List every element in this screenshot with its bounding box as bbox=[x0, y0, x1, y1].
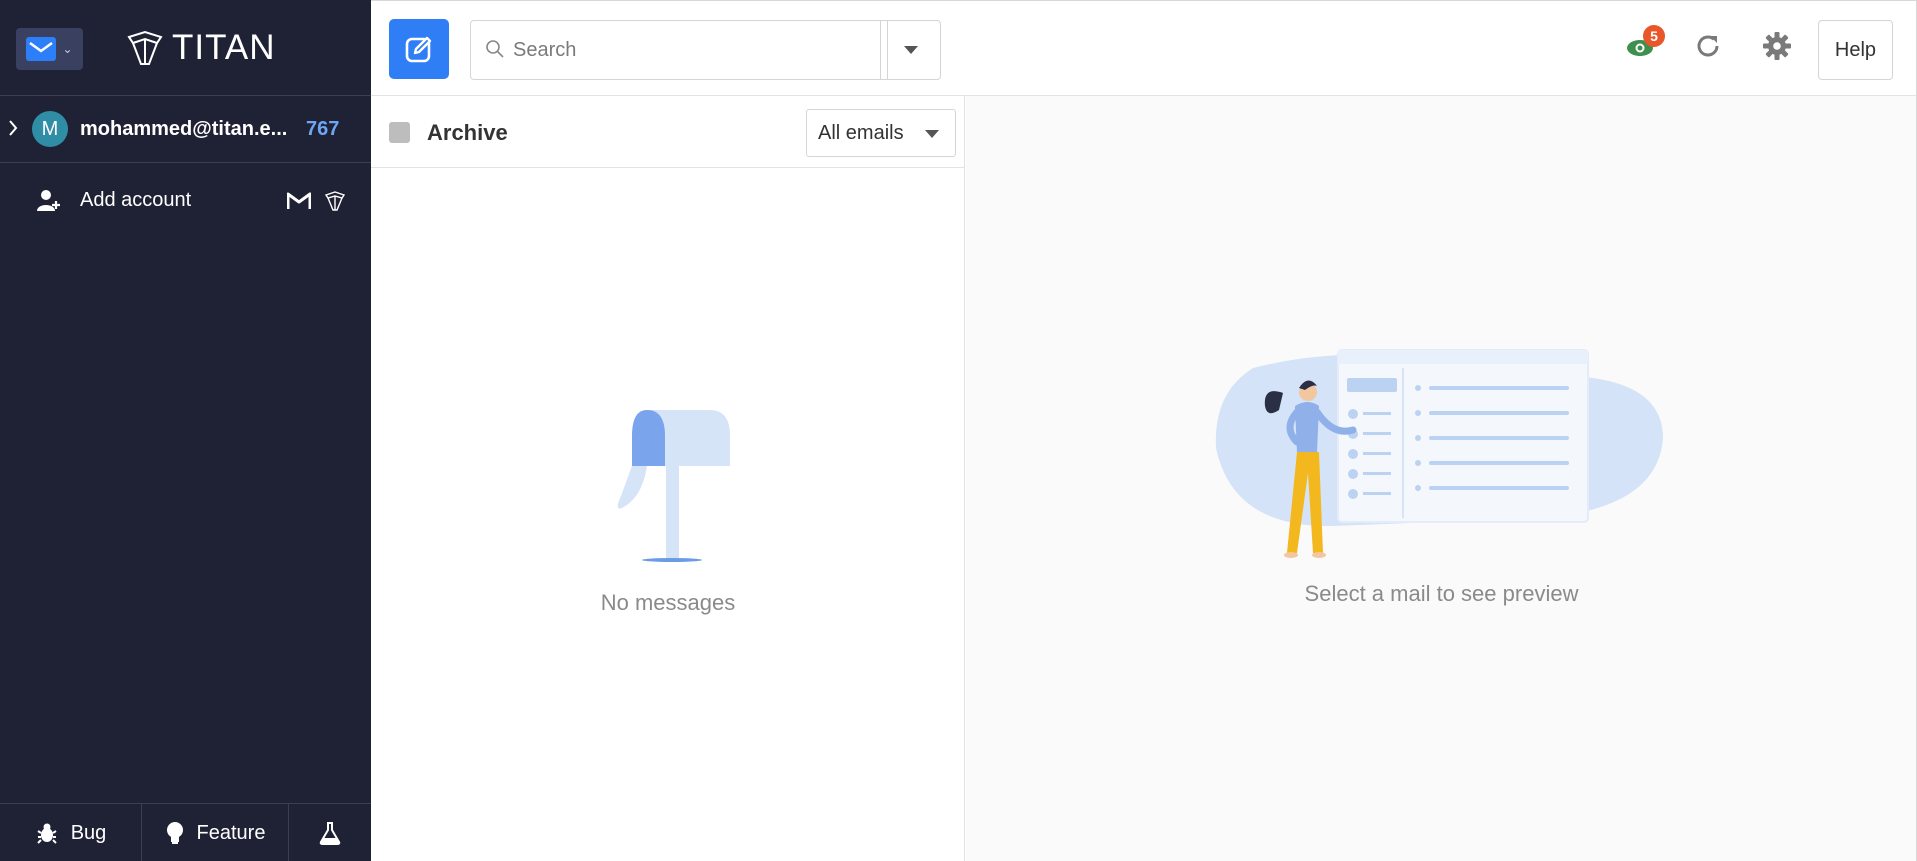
gmail-icon[interactable] bbox=[287, 192, 311, 210]
notifications-button[interactable]: 5 bbox=[1623, 25, 1665, 64]
sidebar-header: ⌄ TITAN bbox=[0, 0, 371, 96]
lightbulb-icon bbox=[166, 822, 183, 844]
preview-illustration bbox=[1215, 349, 1663, 558]
feature-request-button[interactable]: Feature bbox=[142, 804, 289, 861]
list-header: Archive All emails bbox=[371, 96, 965, 168]
folder-title: Archive bbox=[427, 120, 508, 145]
empty-list-message: No messages bbox=[600, 590, 736, 615]
mail-icon bbox=[26, 37, 57, 61]
account-email: mohammed@titan.e... bbox=[80, 118, 288, 140]
search-input[interactable] bbox=[513, 33, 873, 67]
bug-label: Bug bbox=[70, 821, 107, 844]
help-button[interactable]: Help bbox=[1818, 20, 1893, 80]
add-user-icon bbox=[37, 190, 60, 211]
labs-button[interactable] bbox=[289, 804, 371, 861]
titan-logo-icon bbox=[127, 30, 163, 65]
titan-logo: TITAN bbox=[126, 28, 276, 68]
filter-selected-value: All emails bbox=[818, 121, 904, 144]
add-account-item[interactable]: Add account bbox=[0, 172, 371, 228]
report-bug-button[interactable]: Bug bbox=[0, 804, 142, 861]
search-box[interactable] bbox=[470, 20, 888, 80]
refresh-icon bbox=[1697, 35, 1719, 57]
chevron-right-icon[interactable] bbox=[8, 119, 18, 142]
preview-pane: Select a mail to see preview bbox=[966, 96, 1917, 861]
app-switcher-button[interactable]: ⌄ bbox=[16, 28, 83, 70]
search-icon bbox=[486, 40, 504, 58]
settings-button[interactable] bbox=[1759, 28, 1795, 64]
compose-button[interactable] bbox=[389, 19, 449, 79]
titan-account-icon[interactable] bbox=[325, 191, 345, 211]
add-account-label: Add account bbox=[80, 189, 192, 211]
caret-down-icon bbox=[903, 46, 918, 54]
flask-icon bbox=[319, 822, 341, 845]
unread-count: 767 bbox=[306, 118, 340, 140]
bug-icon bbox=[36, 823, 57, 844]
caret-down-icon bbox=[925, 130, 939, 138]
search-options-dropdown[interactable] bbox=[880, 20, 941, 80]
sidebar-footer: Bug Feature bbox=[0, 803, 371, 861]
chevron-down-icon: ⌄ bbox=[62, 42, 73, 56]
notification-badge: 5 bbox=[1643, 25, 1665, 47]
select-all-checkbox[interactable] bbox=[389, 122, 410, 143]
mailbox-illustration bbox=[617, 410, 730, 562]
preview-empty-message: Select a mail to see preview bbox=[1304, 581, 1579, 606]
compose-icon bbox=[405, 36, 432, 63]
message-list-pane: Archive All emails No messages bbox=[371, 96, 965, 861]
avatar: M bbox=[32, 111, 68, 147]
gear-icon bbox=[1763, 32, 1791, 60]
sidebar: ⌄ TITAN M mohammed@titan.e... 767 Add ac… bbox=[0, 0, 371, 861]
refresh-button[interactable] bbox=[1690, 28, 1726, 64]
account-item[interactable]: M mohammed@titan.e... 767 bbox=[0, 97, 371, 163]
feature-label: Feature bbox=[196, 821, 266, 844]
email-filter-dropdown[interactable]: All emails bbox=[806, 109, 956, 157]
top-toolbar: 5 Help bbox=[371, 0, 1917, 96]
brand-name: TITAN bbox=[172, 28, 276, 67]
